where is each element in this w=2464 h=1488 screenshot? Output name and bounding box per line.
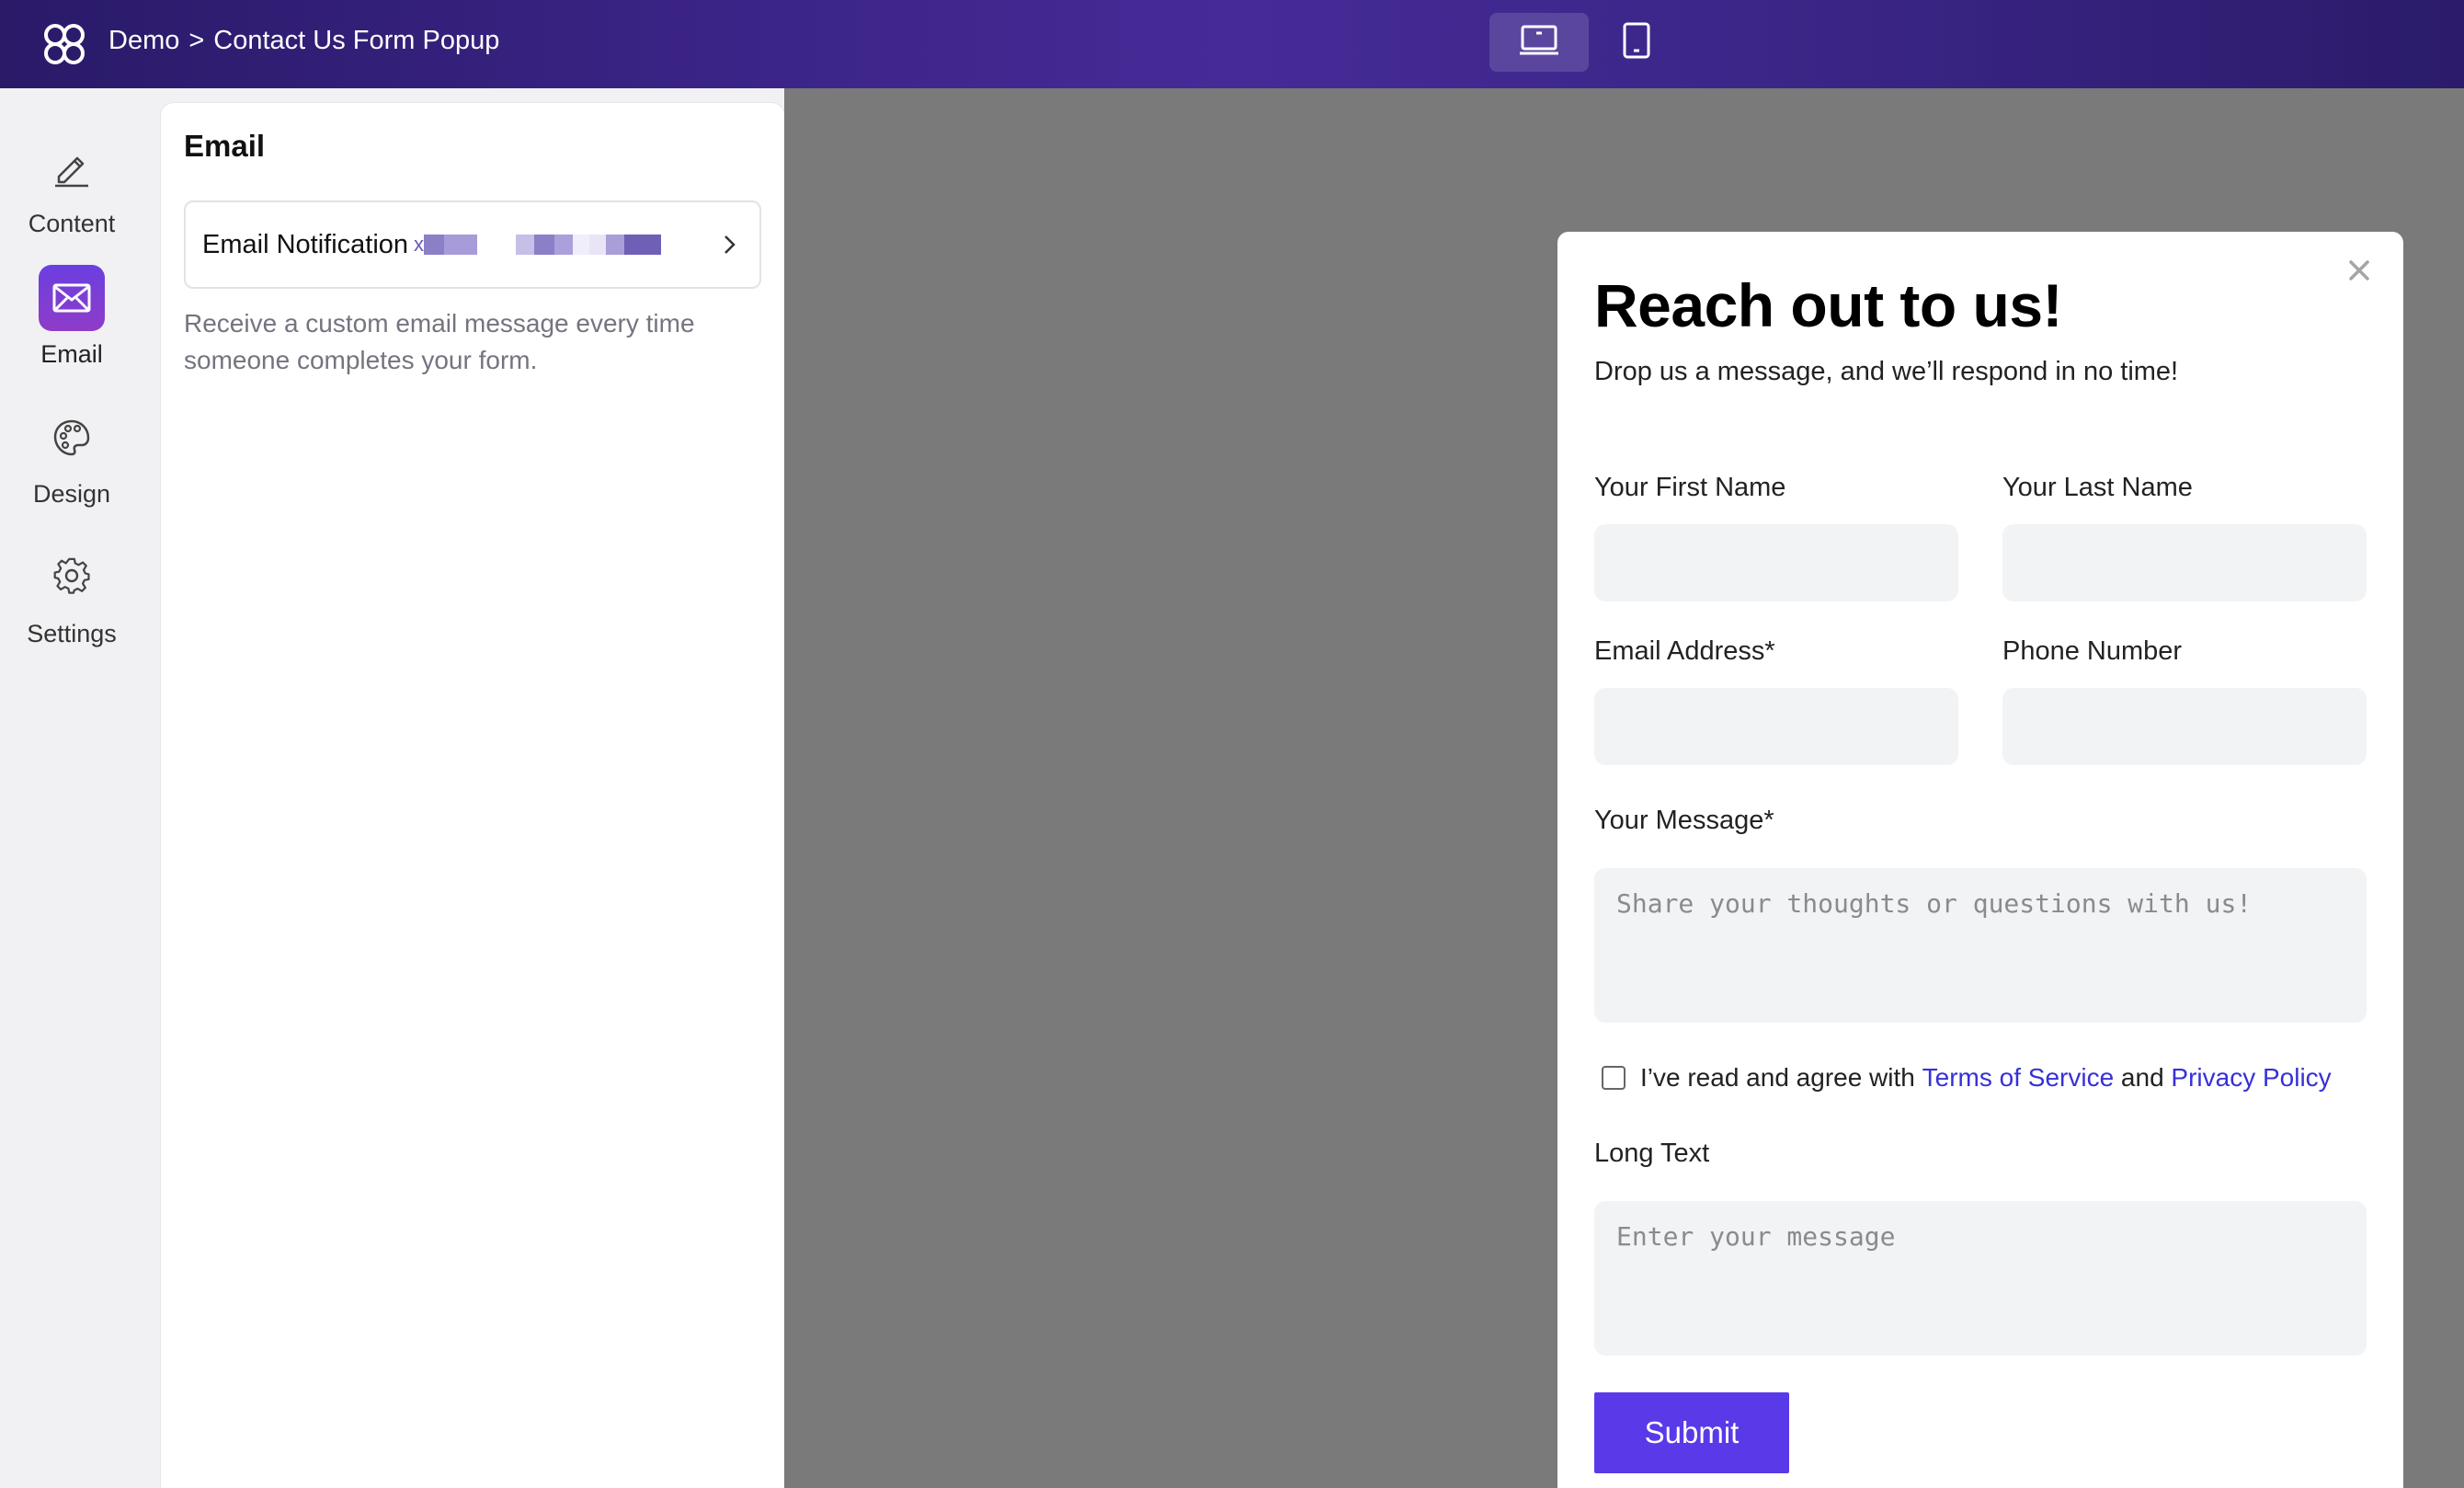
email-prefix: x bbox=[414, 233, 425, 256]
breadcrumb-current: Contact Us Form Popup bbox=[213, 26, 500, 55]
palette-icon bbox=[39, 405, 105, 471]
panel-title: Email bbox=[184, 129, 266, 163]
laptop-icon bbox=[1519, 24, 1559, 62]
close-icon bbox=[2347, 258, 2371, 287]
sidebar-item-settings[interactable]: Settings bbox=[0, 544, 143, 673]
popup-subtitle: Drop us a message, and we’ll respond in … bbox=[1594, 357, 2179, 386]
email-notification-label: Email Notification bbox=[202, 229, 409, 259]
long-text-textarea[interactable]: Enter your message bbox=[1594, 1201, 2367, 1356]
consent-checkbox[interactable] bbox=[1602, 1066, 1626, 1090]
clover-logo-icon[interactable] bbox=[40, 20, 88, 68]
top-bar: Demo > Contact Us Form Popup bbox=[0, 0, 2464, 88]
message-textarea[interactable]: Share your thoughts or questions with us… bbox=[1594, 868, 2367, 1023]
submit-button[interactable]: Submit bbox=[1594, 1392, 1789, 1473]
chevron-right-icon bbox=[721, 230, 739, 264]
sidebar-item-label: Content bbox=[28, 210, 116, 237]
close-button[interactable] bbox=[2343, 256, 2376, 289]
tablet-icon bbox=[1622, 22, 1651, 63]
sidebar-item-label: Design bbox=[32, 480, 111, 508]
left-rail: Content Email Design Settings bbox=[0, 88, 160, 1488]
email-settings-panel: Email Email Notification x Receive a cus… bbox=[161, 103, 784, 1488]
breadcrumb: Demo > Contact Us Form Popup bbox=[108, 26, 499, 56]
tablet-preview-button[interactable] bbox=[1587, 13, 1686, 72]
message-placeholder: Share your thoughts or questions with us… bbox=[1616, 888, 2253, 919]
first-name-label: Your First Name bbox=[1594, 473, 1786, 502]
email-address-input[interactable] bbox=[1594, 688, 1958, 765]
desktop-preview-button[interactable] bbox=[1489, 13, 1589, 72]
privacy-policy-link[interactable]: Privacy Policy bbox=[2171, 1063, 2331, 1093]
sidebar-item-email[interactable]: Email bbox=[0, 265, 143, 394]
redacted-email-address: x bbox=[414, 233, 662, 256]
first-name-input[interactable] bbox=[1594, 524, 1958, 601]
consent-row: I’ve read and agree with Terms of Servic… bbox=[1602, 1063, 2332, 1093]
terms-of-service-link[interactable]: Terms of Service bbox=[1922, 1063, 2115, 1093]
breadcrumb-separator: > bbox=[188, 26, 205, 55]
consent-prefix: I’ve read and agree with bbox=[1640, 1063, 1915, 1092]
sidebar-item-design[interactable]: Design bbox=[0, 405, 143, 533]
mail-icon bbox=[39, 265, 105, 331]
pencil-icon bbox=[39, 134, 105, 200]
phone-number-input[interactable] bbox=[2002, 688, 2367, 765]
long-text-label: Long Text bbox=[1594, 1139, 1710, 1168]
message-label: Your Message* bbox=[1594, 806, 1774, 835]
contact-form-popup: Reach out to us! Drop us a message, and … bbox=[1557, 232, 2403, 1488]
sidebar-item-label: Settings bbox=[27, 620, 117, 647]
gear-icon bbox=[39, 544, 105, 611]
breadcrumb-root[interactable]: Demo bbox=[108, 26, 179, 56]
consent-and: and bbox=[2120, 1063, 2164, 1092]
email-notification-row[interactable]: Email Notification x bbox=[184, 200, 761, 289]
last-name-label: Your Last Name bbox=[2002, 473, 2193, 502]
phone-number-label: Phone Number bbox=[2002, 636, 2183, 666]
email-address-label: Email Address* bbox=[1594, 636, 1775, 666]
sidebar-item-content[interactable]: Content bbox=[0, 134, 143, 263]
long-text-placeholder: Enter your message bbox=[1616, 1221, 1896, 1252]
panel-description: Receive a custom email message every tim… bbox=[184, 309, 695, 374]
popup-title: Reach out to us! bbox=[1594, 271, 2063, 339]
sidebar-item-label: Email bbox=[40, 340, 103, 368]
last-name-input[interactable] bbox=[2002, 524, 2367, 601]
